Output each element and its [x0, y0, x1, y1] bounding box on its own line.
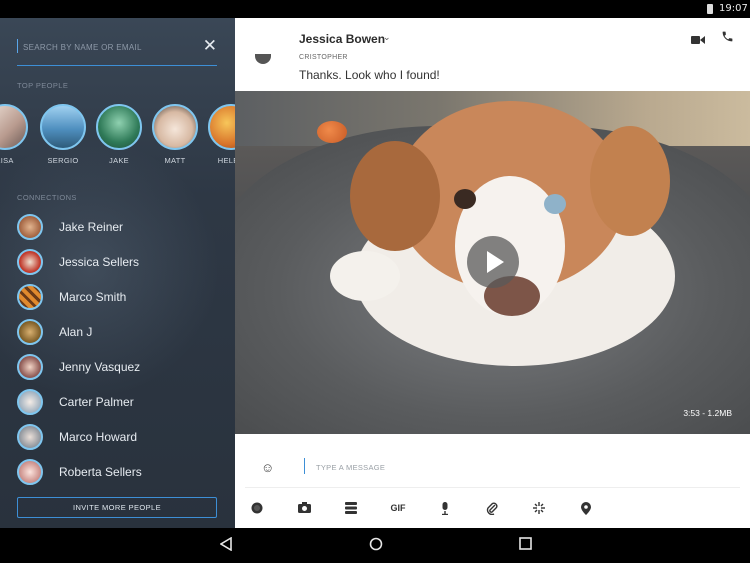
- people-panel: SEARCH BY NAME OR EMAIL ✕ TOP PEOPLE LIS…: [0, 18, 235, 528]
- chevron-down-icon[interactable]: ⌄: [383, 32, 391, 43]
- top-person[interactable]: LISA: [0, 104, 33, 165]
- avatar: [96, 104, 142, 150]
- top-person-name: HELEN: [217, 156, 235, 165]
- recents-icon[interactable]: [519, 537, 532, 550]
- contact-item[interactable]: Carter Palmer: [17, 388, 227, 416]
- top-people-row: LISA SERGIO JAKE MATT HELEN: [0, 104, 235, 174]
- avatar: [17, 424, 43, 450]
- home-icon[interactable]: [369, 537, 383, 551]
- record-icon[interactable]: [247, 498, 267, 518]
- top-person[interactable]: JAKE: [91, 104, 147, 165]
- connections-label: CONNECTIONS: [17, 193, 77, 202]
- contact-item[interactable]: Roberta Sellers: [17, 458, 227, 486]
- message-composer: ☺ TYPE A MESSAGE GIF: [235, 434, 750, 528]
- message-sender: CRISTOPHER: [299, 54, 348, 61]
- system-nav-bar: [0, 528, 750, 563]
- contact-name: Alan J: [59, 325, 93, 339]
- top-people-label: TOP PEOPLE: [17, 81, 69, 90]
- status-bar: 19:07: [0, 0, 750, 18]
- top-person-name: SERGIO: [47, 156, 79, 165]
- top-person[interactable]: MATT: [147, 104, 203, 165]
- conversation-title[interactable]: Jessica Bowen: [299, 32, 385, 46]
- avatar: [40, 104, 86, 150]
- contact-item[interactable]: Jake Reiner: [17, 213, 227, 241]
- message-text: Thanks. Look who I found!: [299, 68, 440, 82]
- contact-name: Marco Smith: [59, 290, 127, 304]
- status-time: 19:07: [719, 3, 748, 14]
- avatar: [17, 389, 43, 415]
- avatar: [152, 104, 198, 150]
- composer-divider: [245, 487, 740, 488]
- contact-name: Jessica Sellers: [59, 255, 140, 269]
- search-placeholder: SEARCH BY NAME OR EMAIL: [23, 43, 142, 52]
- close-icon[interactable]: ✕: [203, 37, 217, 54]
- text-cursor: [304, 458, 305, 474]
- invite-more-people-button[interactable]: INVITE MORE PEOPLE: [17, 497, 217, 518]
- video-call-icon[interactable]: [691, 32, 705, 50]
- video-message[interactable]: 3:53 - 1.2MB: [235, 91, 750, 434]
- camera-icon[interactable]: [294, 498, 314, 518]
- avatar: [17, 319, 43, 345]
- contact-name: Jenny Vasquez: [59, 360, 141, 374]
- emoji-icon[interactable]: ☺: [261, 460, 274, 475]
- contact-item[interactable]: Marco Howard: [17, 423, 227, 451]
- avatar: [17, 214, 43, 240]
- contact-name: Marco Howard: [59, 430, 138, 444]
- top-person-name: JAKE: [109, 156, 129, 165]
- top-person[interactable]: HELEN: [203, 104, 235, 165]
- contact-item[interactable]: Jessica Sellers: [17, 248, 227, 276]
- avatar: [0, 104, 28, 150]
- stickers-icon[interactable]: [341, 498, 361, 518]
- avatar: [17, 459, 43, 485]
- avatar: [17, 284, 43, 310]
- location-pin-icon[interactable]: [576, 498, 596, 518]
- back-icon[interactable]: [220, 537, 232, 551]
- contact-item[interactable]: Jenny Vasquez: [17, 353, 227, 381]
- contact-item[interactable]: Marco Smith: [17, 283, 227, 311]
- contact-name: Roberta Sellers: [59, 465, 142, 479]
- microphone-icon[interactable]: [435, 498, 455, 518]
- contact-name: Carter Palmer: [59, 395, 134, 409]
- avatar: [17, 249, 43, 275]
- message-input[interactable]: TYPE A MESSAGE: [316, 463, 385, 472]
- phone-icon[interactable]: [721, 30, 734, 46]
- search-field[interactable]: SEARCH BY NAME OR EMAIL ✕: [17, 37, 217, 66]
- contact-name: Jake Reiner: [59, 220, 124, 234]
- battery-icon: [707, 4, 713, 14]
- video-duration: 3:53 - 1.2MB: [683, 408, 732, 418]
- gif-button[interactable]: GIF: [388, 498, 408, 518]
- sender-avatar: [255, 54, 271, 64]
- top-person-name: LISA: [0, 156, 14, 165]
- avatar: [17, 354, 43, 380]
- avatar: [208, 104, 235, 150]
- top-person-name: MATT: [164, 156, 186, 165]
- top-person[interactable]: SERGIO: [35, 104, 91, 165]
- sparkle-icon[interactable]: [529, 498, 549, 518]
- text-cursor: [17, 39, 18, 53]
- chat-panel: Jessica Bowen ⌄ CRISTOPHER Thanks. Look …: [235, 18, 750, 528]
- attachment-icon[interactable]: [482, 498, 502, 518]
- play-button[interactable]: [467, 236, 519, 288]
- contact-item[interactable]: Alan J: [17, 318, 227, 346]
